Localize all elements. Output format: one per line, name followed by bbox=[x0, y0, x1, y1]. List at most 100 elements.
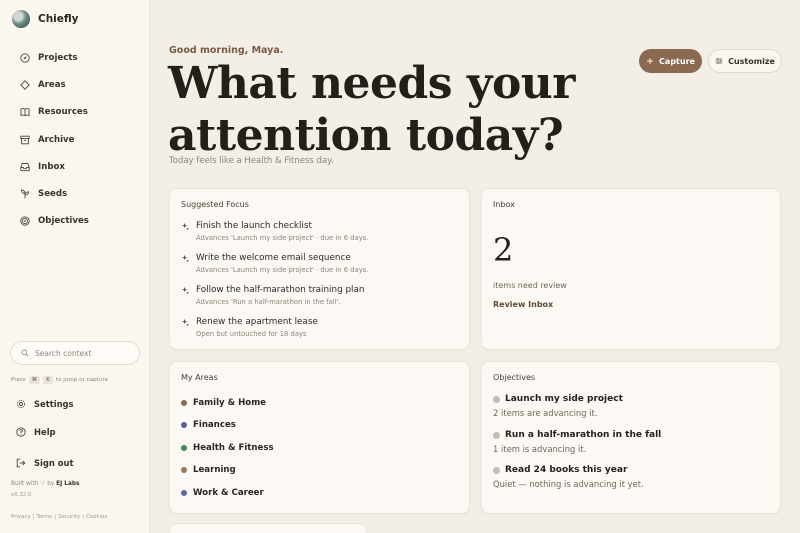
focus-item[interactable]: Write the welcome email sequence Advance… bbox=[181, 253, 461, 274]
sidebar-item-resources[interactable]: Resources bbox=[12, 99, 142, 126]
objective-status-dot bbox=[493, 431, 500, 439]
objective-detail: 2 items are advancing it. bbox=[493, 408, 598, 418]
security-link[interactable]: Security bbox=[58, 514, 80, 520]
help-link[interactable]: Help bbox=[12, 425, 142, 439]
sign-out-item[interactable]: Sign out bbox=[12, 456, 142, 470]
sidebar: Chiefly Projects Areas Resources Archive… bbox=[0, 0, 150, 533]
focus-item-label: Finish the launch checklist bbox=[196, 221, 312, 231]
greeting: Good morning, Maya. bbox=[169, 45, 284, 56]
card-title: Suggested Focus bbox=[181, 200, 249, 209]
company-name: EJ Labs bbox=[56, 481, 80, 487]
sidebar-item-inbox[interactable]: Inbox bbox=[12, 153, 142, 180]
sliders-icon bbox=[715, 58, 723, 64]
sidebar-item-objectives[interactable]: Objectives bbox=[12, 208, 142, 235]
sidebar-item-projects[interactable]: Projects bbox=[12, 44, 142, 71]
objective-item[interactable]: Run a half-marathon in the fall 1 item i… bbox=[493, 430, 773, 454]
heart-icon: ♡ bbox=[40, 481, 46, 487]
objective-item[interactable]: Read 24 books this year Quiet — nothing … bbox=[493, 465, 773, 489]
search-input[interactable] bbox=[35, 348, 135, 358]
sidebar-item-areas[interactable]: Areas bbox=[12, 71, 142, 98]
sprout-icon bbox=[20, 189, 30, 199]
brand[interactable]: Chiefly bbox=[12, 10, 79, 28]
inbox-note: items need review bbox=[493, 281, 567, 290]
focus-item[interactable]: Renew the apartment lease Open but untou… bbox=[181, 317, 461, 338]
help-item[interactable]: Help bbox=[12, 425, 142, 439]
built-suffix: by bbox=[47, 481, 55, 487]
legal-links: Privacy | Terms | Security | Cookies bbox=[11, 514, 107, 520]
focus-item-detail: Advances 'Run a half-marathon in the fal… bbox=[196, 298, 341, 306]
app-version: v0.32.0 bbox=[11, 492, 32, 498]
built-prefix: Built with bbox=[11, 481, 39, 487]
shortcut-hint: Press ⌘ K to jump or capture bbox=[11, 376, 108, 384]
customize-button[interactable]: Customize bbox=[708, 49, 782, 73]
plus-icon bbox=[647, 58, 653, 64]
gear-icon bbox=[16, 399, 26, 409]
objective-label: Read 24 books this year bbox=[505, 465, 628, 475]
focus-item-label: Write the welcome email sequence bbox=[196, 253, 351, 263]
area-item[interactable]: Family & Home bbox=[181, 398, 266, 408]
search-field[interactable] bbox=[10, 341, 140, 365]
diamond-icon bbox=[20, 80, 30, 90]
kbd-k: K bbox=[43, 376, 53, 384]
privacy-link[interactable]: Privacy bbox=[11, 514, 31, 520]
brand-name: Chiefly bbox=[38, 13, 79, 25]
settings-label: Settings bbox=[34, 399, 74, 409]
focus-item-detail: Advances 'Launch my side project' · due … bbox=[196, 234, 369, 242]
sparkle-icon bbox=[181, 286, 190, 294]
objective-detail: 1 item is advancing it. bbox=[493, 444, 587, 454]
area-item[interactable]: Learning bbox=[181, 465, 236, 475]
compass-icon bbox=[20, 52, 30, 63]
area-item[interactable]: Finances bbox=[181, 420, 236, 430]
card-title: Inbox bbox=[493, 200, 515, 209]
terms-link[interactable]: Terms bbox=[36, 514, 52, 520]
search-icon bbox=[21, 349, 29, 357]
sign-out-link[interactable]: Sign out bbox=[12, 456, 142, 470]
next-card-peek bbox=[169, 523, 367, 533]
suggested-focus-card: Suggested Focus Finish the launch checkl… bbox=[169, 188, 470, 350]
legal-separator: | bbox=[82, 514, 85, 520]
objective-item[interactable]: Launch my side project 2 items are advan… bbox=[493, 394, 773, 418]
sidebar-item-label: Projects bbox=[38, 52, 78, 63]
area-item[interactable]: Health & Fitness bbox=[181, 443, 274, 453]
objective-status-dot bbox=[493, 466, 500, 474]
book-icon bbox=[20, 107, 30, 117]
hint-prefix: Press bbox=[11, 377, 26, 383]
area-color-dot bbox=[181, 467, 187, 473]
sidebar-item-seeds[interactable]: Seeds bbox=[12, 180, 142, 207]
area-label: Learning bbox=[193, 465, 236, 475]
settings-item[interactable]: Settings bbox=[12, 397, 142, 411]
objective-detail: Quiet — nothing is advancing it yet. bbox=[493, 479, 644, 489]
inbox-count: 2 bbox=[493, 231, 514, 269]
capture-label: Capture bbox=[659, 56, 695, 66]
area-color-dot bbox=[181, 490, 187, 496]
capture-button[interactable]: Capture bbox=[639, 49, 702, 73]
legal-separator: | bbox=[32, 514, 35, 520]
help-icon bbox=[16, 427, 26, 437]
card-title: Objectives bbox=[493, 373, 536, 382]
cookies-link[interactable]: Cookies bbox=[86, 514, 107, 520]
focus-item[interactable]: Follow the half-marathon training plan A… bbox=[181, 285, 461, 306]
settings-link[interactable]: Settings bbox=[12, 397, 142, 411]
sparkle-icon bbox=[181, 318, 190, 326]
inbox-card: Inbox 2 items need review Review Inbox bbox=[481, 188, 781, 350]
focus-item-detail: Open but untouched for 18 days bbox=[196, 330, 307, 338]
focus-item-detail: Advances 'Launch my side project' · due … bbox=[196, 266, 369, 274]
area-item[interactable]: Work & Career bbox=[181, 488, 264, 498]
sidebar-item-archive[interactable]: Archive bbox=[12, 126, 142, 153]
sidebar-nav: Projects Areas Resources Archive Inbox S… bbox=[12, 44, 142, 235]
sign-out-icon bbox=[16, 458, 26, 468]
built-with: Built with ♡ by EJ Labs bbox=[11, 481, 80, 487]
area-color-dot bbox=[181, 422, 187, 428]
area-label: Finances bbox=[193, 420, 236, 430]
review-inbox-link[interactable]: Review Inbox bbox=[493, 300, 553, 309]
sidebar-item-label: Archive bbox=[38, 134, 75, 145]
area-label: Work & Career bbox=[193, 488, 264, 498]
sign-out-label: Sign out bbox=[34, 458, 74, 468]
legal-separator: | bbox=[54, 514, 57, 520]
sidebar-item-label: Areas bbox=[38, 79, 66, 90]
area-color-dot bbox=[181, 400, 187, 406]
focus-item[interactable]: Finish the launch checklist Advances 'La… bbox=[181, 221, 461, 242]
area-label: Family & Home bbox=[193, 398, 266, 408]
objective-label: Run a half-marathon in the fall bbox=[505, 430, 662, 440]
sidebar-item-label: Seeds bbox=[38, 189, 68, 200]
